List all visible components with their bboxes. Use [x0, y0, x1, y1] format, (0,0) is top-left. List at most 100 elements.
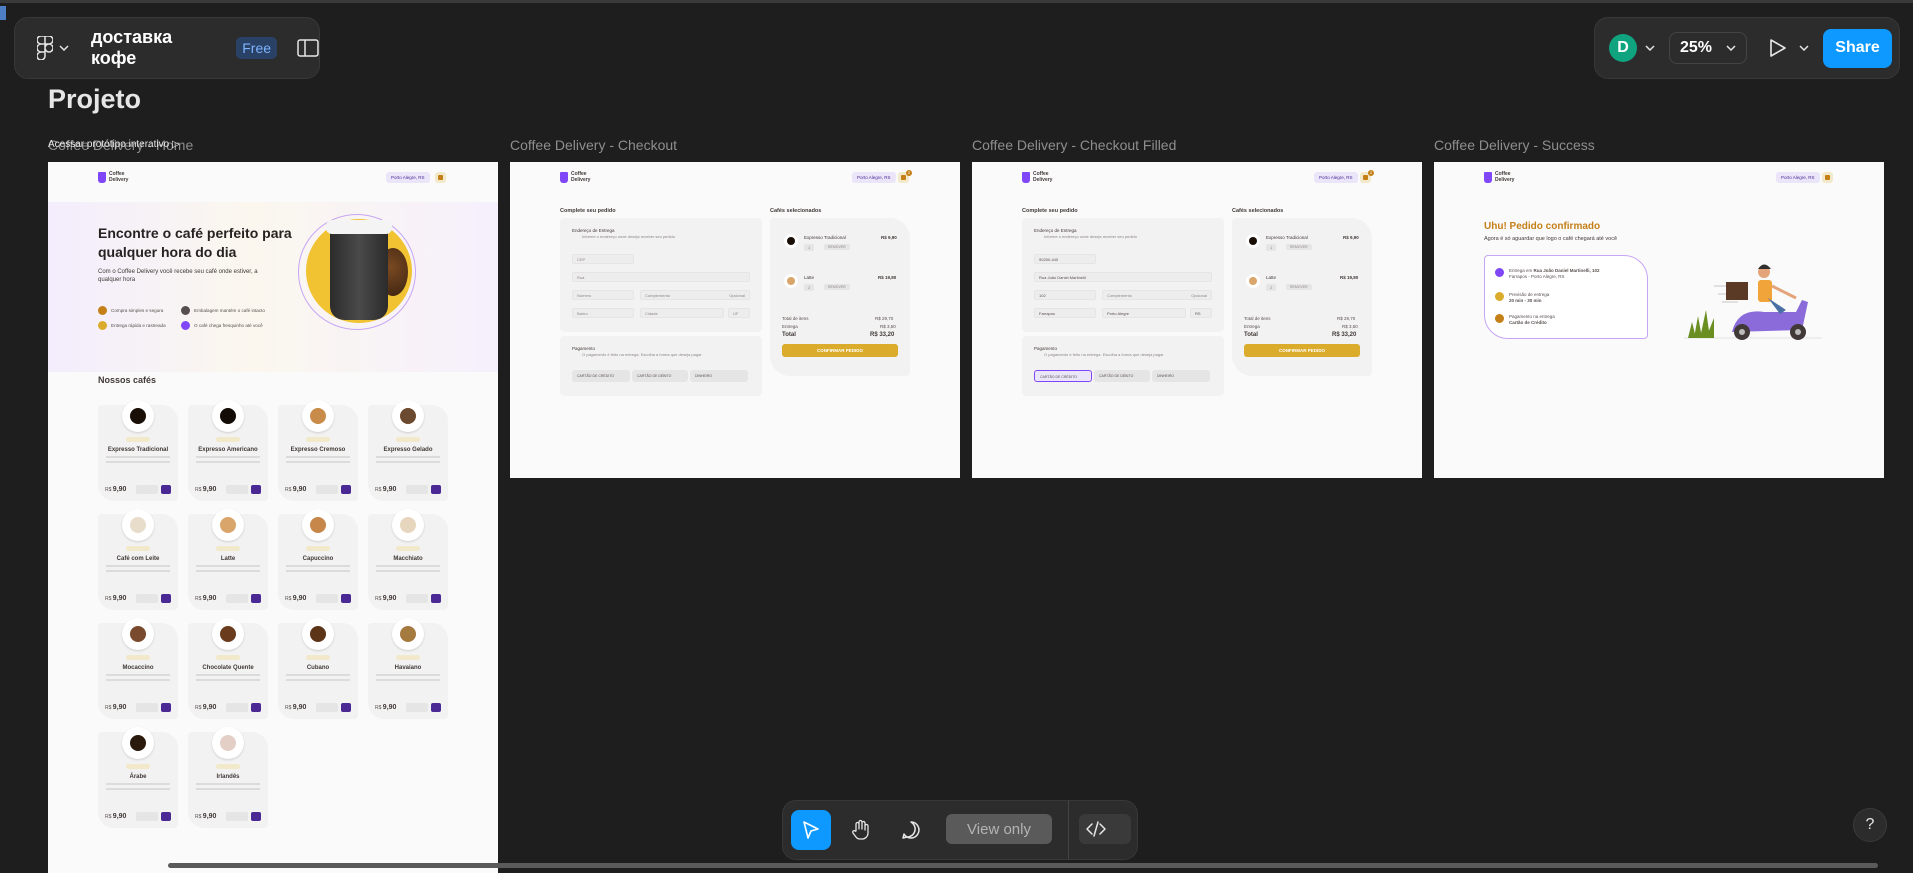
quantity-stepper[interactable]	[136, 812, 158, 821]
play-icon[interactable]	[1769, 38, 1787, 58]
complement-input[interactable]: Complemento Opcional	[640, 290, 750, 300]
horizontal-scrollbar[interactable]	[168, 863, 1878, 868]
total-label: Total	[1244, 332, 1258, 338]
add-to-cart-button[interactable]	[431, 485, 441, 494]
comment-tool-button[interactable]	[891, 810, 931, 850]
coffee-image	[302, 618, 334, 650]
payment-debit-option[interactable]: CARTÃO DE DÉBITO	[1094, 370, 1150, 382]
confirm-order-button[interactable]: CONFIRMAR PEDIDO	[1244, 344, 1360, 357]
file-title[interactable]: доставка кофе	[91, 27, 222, 69]
move-tool-button[interactable]	[791, 810, 831, 850]
payment-debit-option[interactable]: CARTÃO DE DÉBITO	[632, 370, 688, 382]
add-to-cart-button[interactable]	[431, 703, 441, 712]
quantity-stepper[interactable]: 2	[1266, 284, 1277, 291]
plan-badge[interactable]: Free	[236, 37, 278, 59]
quantity-stepper[interactable]: 1	[1266, 244, 1277, 251]
add-to-cart-button[interactable]	[251, 485, 261, 494]
number-input[interactable]: 102	[1034, 290, 1096, 300]
payment-cash-option[interactable]: DINHEIRO	[1152, 370, 1210, 382]
payment-box: Pagamento O pagamento é feito na entrega…	[560, 336, 762, 396]
uf-input[interactable]: UF	[728, 308, 750, 318]
quantity-stepper[interactable]	[226, 703, 248, 712]
add-to-cart-button[interactable]	[161, 703, 171, 712]
dev-mode-toggle[interactable]	[1079, 814, 1131, 844]
frame-label-checkout-filled[interactable]: Coffee Delivery - Checkout Filled	[972, 137, 1176, 153]
city-input[interactable]: Cidade	[640, 308, 724, 318]
help-button[interactable]: ?	[1853, 808, 1887, 842]
add-to-cart-button[interactable]	[161, 594, 171, 603]
quantity-stepper[interactable]	[226, 812, 248, 821]
home-logo: Coffee Delivery	[98, 171, 128, 183]
add-to-cart-button[interactable]	[431, 594, 441, 603]
uf-input[interactable]: RS	[1190, 308, 1212, 318]
number-input[interactable]: Número	[572, 290, 634, 300]
remove-button[interactable]: REMOVER	[824, 244, 850, 250]
address-title: Endereço de Entrega	[1034, 228, 1077, 233]
coffee-image	[122, 727, 154, 759]
coffee-image	[392, 509, 424, 541]
form-title: Complete seu pedido	[560, 208, 616, 214]
street-input[interactable]: Rua	[572, 272, 750, 282]
complement-input[interactable]: Complemento Opcional	[1102, 290, 1212, 300]
delivery-label: Entrega	[782, 324, 798, 329]
add-to-cart-button[interactable]	[251, 594, 261, 603]
street-input[interactable]: Rua João Daniel Martinelli	[1034, 272, 1212, 282]
frame-success[interactable]: Coffee Delivery Porto Alegre, RS Uhu! Ped…	[1434, 162, 1884, 478]
quantity-stepper[interactable]	[136, 703, 158, 712]
coffee-image	[212, 727, 244, 759]
share-button[interactable]: Share	[1823, 28, 1893, 68]
coffee-description	[286, 456, 350, 466]
cep-input[interactable]: 90250-440	[1034, 254, 1096, 264]
payment-cash-option[interactable]: DINHEIRO	[690, 370, 748, 382]
section-title: Nossos cafés	[98, 375, 157, 385]
quantity-stepper[interactable]	[316, 485, 338, 494]
frame-checkout[interactable]: Coffee Delivery Porto Alegre, RS 2 Comple…	[510, 162, 960, 478]
remove-button[interactable]: REMOVER	[1286, 244, 1312, 250]
frame-label-success[interactable]: Coffee Delivery - Success	[1434, 137, 1595, 153]
neighborhood-input[interactable]: Farrapos	[1034, 308, 1096, 318]
quantity-stepper[interactable]	[226, 594, 248, 603]
quantity-stepper[interactable]: 1	[804, 244, 815, 251]
frame-label-checkout[interactable]: Coffee Delivery - Checkout	[510, 137, 677, 153]
payment-credit-option[interactable]: CARTÃO DE CRÉDITO	[1034, 370, 1092, 382]
remove-button[interactable]: REMOVER	[824, 284, 850, 290]
zoom-dropdown[interactable]: 25%	[1669, 32, 1748, 64]
chevron-down-icon	[59, 45, 69, 51]
chevron-down-icon[interactable]	[1645, 45, 1655, 51]
remove-button[interactable]: REMOVER	[1286, 284, 1312, 290]
coffee-icon	[181, 321, 190, 330]
add-to-cart-button[interactable]	[341, 703, 351, 712]
frame-home[interactable]: Coffee Delivery Porto Alegre, RS Encontre…	[48, 162, 498, 873]
quantity-stepper[interactable]	[316, 594, 338, 603]
design-canvas[interactable]: Projeto Coffee Delivery - Home Acessar p…	[0, 0, 1913, 873]
chevron-down-icon[interactable]	[1799, 45, 1809, 51]
sidebar-toggle-icon[interactable]	[297, 39, 319, 57]
confirm-order-button[interactable]: CONFIRMAR PEDIDO	[782, 344, 898, 357]
hand-tool-button[interactable]	[841, 810, 881, 850]
add-to-cart-button[interactable]	[251, 812, 261, 821]
quantity-stepper[interactable]: 2	[804, 284, 815, 291]
avatar[interactable]: D	[1609, 34, 1637, 62]
prototype-link[interactable]: Acessar protótipo interativo ▷	[48, 139, 180, 150]
quantity-stepper[interactable]	[136, 594, 158, 603]
quantity-stepper[interactable]	[406, 485, 428, 494]
quantity-stepper[interactable]	[406, 594, 428, 603]
main-menu-button[interactable]	[37, 36, 69, 60]
payment-credit-option[interactable]: CARTÃO DE CRÉDITO	[572, 370, 630, 382]
cep-input[interactable]: CEP	[572, 254, 634, 264]
add-to-cart-button[interactable]	[341, 485, 351, 494]
neighborhood-input[interactable]: Bairro	[572, 308, 634, 318]
frame-checkout-filled[interactable]: Coffee Delivery Porto Alegre, RS 2 Comple…	[972, 162, 1422, 478]
add-to-cart-button[interactable]	[341, 594, 351, 603]
quantity-stepper[interactable]	[406, 703, 428, 712]
form-title: Complete seu pedido	[1022, 208, 1078, 214]
city-input[interactable]: Porto Alegre	[1102, 308, 1186, 318]
add-to-cart-button[interactable]	[161, 812, 171, 821]
quantity-stepper[interactable]	[316, 703, 338, 712]
quantity-stepper[interactable]	[226, 485, 248, 494]
add-to-cart-button[interactable]	[251, 703, 261, 712]
add-to-cart-button[interactable]	[161, 485, 171, 494]
coffee-name: Havaiano	[394, 665, 422, 671]
quantity-stepper[interactable]	[136, 485, 158, 494]
coffee-price: R$ 9,90	[195, 704, 217, 711]
